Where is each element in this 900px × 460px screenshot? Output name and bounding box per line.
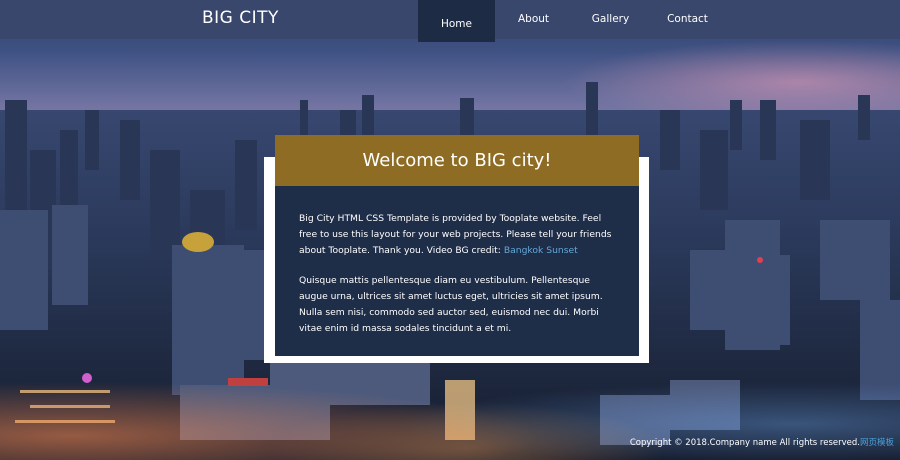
site-logo[interactable]: BIG CITY [202, 8, 279, 28]
nav-item-home[interactable]: Home [418, 0, 495, 42]
nav-item-gallery[interactable]: Gallery [572, 0, 649, 42]
video-credit-link[interactable]: Bangkok Sunset [504, 245, 578, 256]
nav-item-contact[interactable]: Contact [649, 0, 726, 42]
welcome-title: Welcome to BIG city! [275, 135, 639, 186]
footer: Copyright © 2018.Company name All rights… [630, 436, 894, 448]
welcome-paragraph-1: Big City HTML CSS Template is provided b… [299, 211, 615, 259]
main-nav: Home About Gallery Contact [418, 0, 726, 42]
copyright-text: Copyright © 2018.Company name All rights… [629, 438, 860, 448]
nav-item-about[interactable]: About [495, 0, 572, 42]
top-navbar: BIG CITY Home About Gallery Contact [0, 0, 900, 42]
footer-link[interactable]: 网页模板 [860, 438, 894, 448]
welcome-body: Big City HTML CSS Template is provided b… [275, 186, 639, 356]
welcome-paragraph-2: Quisque mattis pellentesque diam eu vest… [299, 275, 603, 334]
